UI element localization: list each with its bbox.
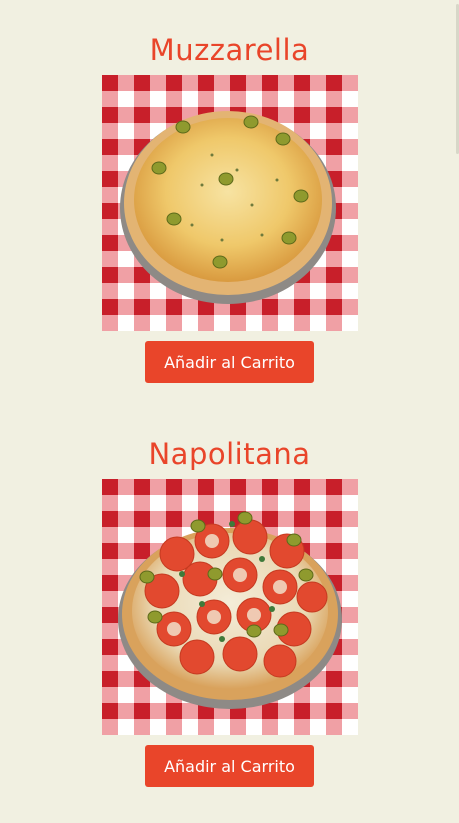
product-title: Napolitana — [148, 437, 311, 471]
product-card-napolitana: Napolitana Añadir al Carrito — [0, 432, 459, 787]
pizza-napolitana-illustration — [101, 479, 358, 735]
product-card-muzzarella: Muzzarella Añadir al Carrito — [0, 28, 459, 383]
pizza-muzzarella-image[interactable] — [101, 75, 358, 331]
product-title: Muzzarella — [149, 33, 310, 67]
add-to-cart-button[interactable]: Añadir al Carrito — [145, 745, 314, 787]
pizza-muzzarella-illustration — [101, 75, 358, 331]
add-to-cart-button[interactable]: Añadir al Carrito — [145, 341, 314, 383]
product-list-page: Muzzarella Añadir al Carrito Napolitana … — [0, 0, 459, 823]
pizza-napolitana-image[interactable] — [101, 479, 358, 735]
scrollbar[interactable] — [455, 0, 459, 823]
